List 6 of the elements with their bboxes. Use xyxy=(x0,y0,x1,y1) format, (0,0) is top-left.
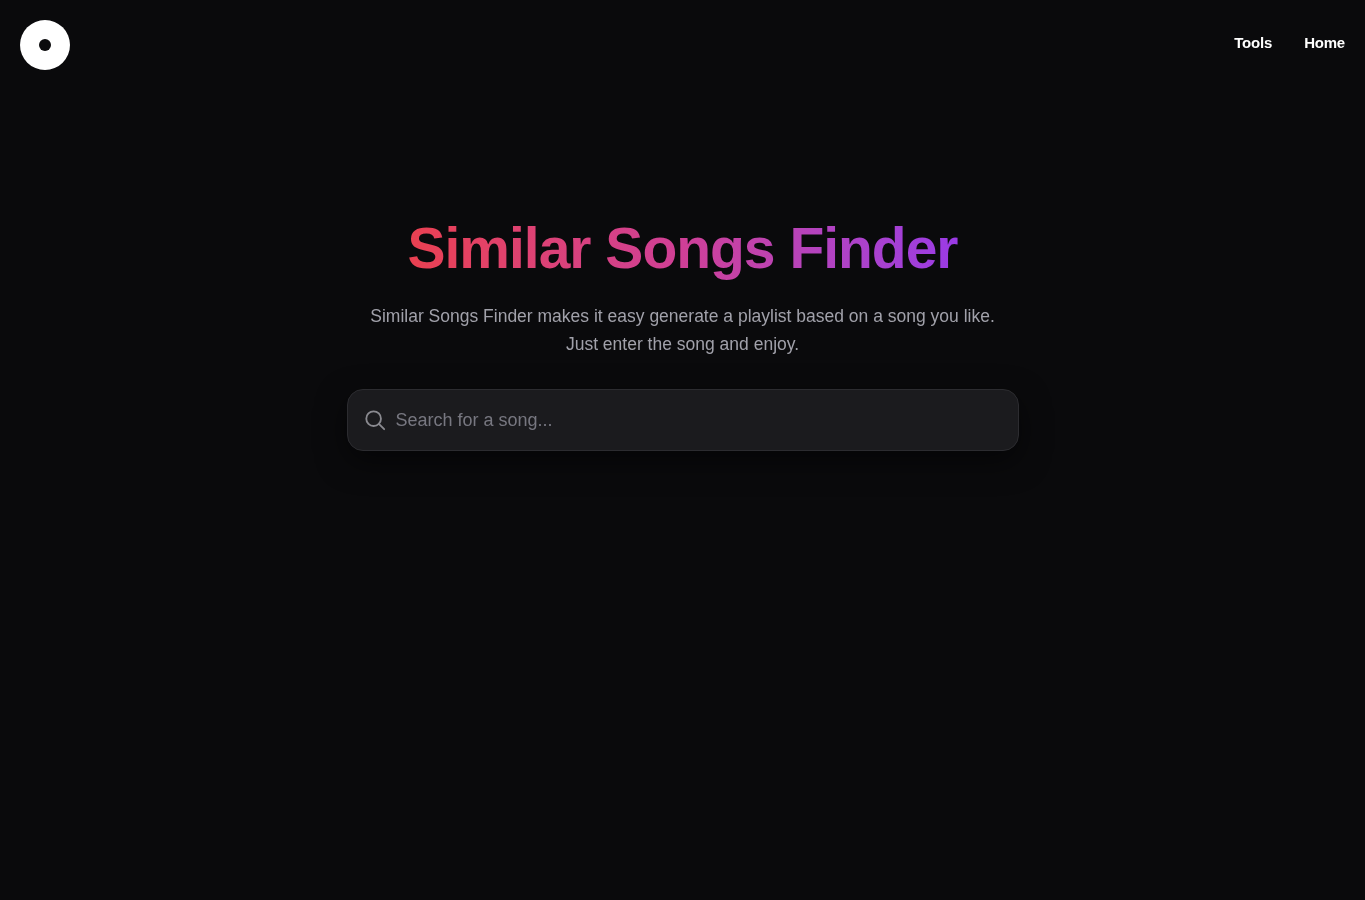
nav-link[interactable]: Home xyxy=(1304,31,1345,55)
search-field[interactable]: Search for a song... xyxy=(346,389,1019,451)
description-text: Similar Songs Finder makes it easy generate a playlist based on a song you like. Just enter the song and enjoy. xyxy=(369,305,996,356)
search-icon xyxy=(363,409,386,431)
nav-link[interactable]: Tools xyxy=(1234,31,1273,55)
logo-icon[interactable] xyxy=(20,20,70,70)
